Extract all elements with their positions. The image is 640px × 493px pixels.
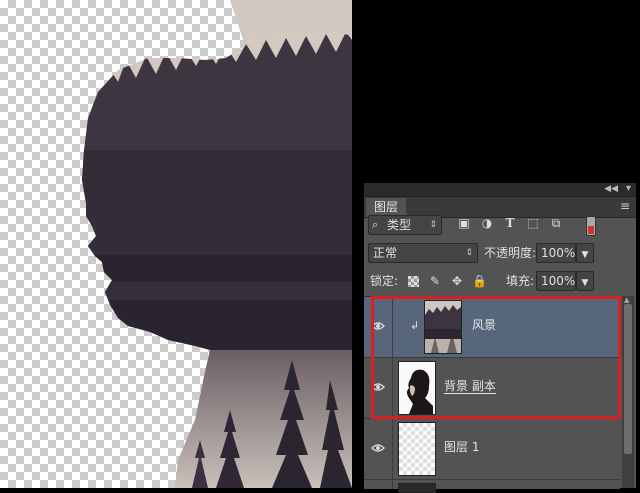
opacity-input[interactable]: 100% — [536, 243, 576, 263]
lock-transparent-pixels-icon[interactable] — [408, 276, 419, 287]
updown-arrow-icon: ⇕ — [465, 248, 473, 258]
double-exposure-artwork — [82, 0, 352, 488]
opacity-label: 不透明度: — [484, 246, 537, 260]
visibility-toggle[interactable] — [364, 419, 393, 479]
layer-thumbnail[interactable] — [398, 483, 436, 493]
layers-scrollbar[interactable]: ▲ — [622, 296, 634, 488]
shape-filter-icon[interactable]: ⬚ — [526, 216, 540, 230]
lock-label: 锁定: — [370, 274, 399, 288]
visibility-toggle[interactable] — [364, 297, 393, 357]
close-icon[interactable]: ▾ — [626, 183, 631, 195]
filter-toggle-switch[interactable] — [586, 216, 596, 236]
layer-filter-select[interactable]: ⌕ 类型 ⇕ — [368, 215, 442, 235]
layer-name[interactable]: 风景 — [472, 317, 496, 333]
fill-slider-button[interactable]: ▼ — [576, 271, 594, 291]
layer-thumbnail-transparent[interactable] — [398, 422, 436, 476]
layers-list: ↲ 风景 背景 副本 图层 1 — [364, 296, 620, 493]
clipping-mask-arrow-icon: ↲ — [410, 319, 420, 332]
layer-name[interactable]: 图层 1 — [444, 439, 479, 455]
layer-thumbnail-portrait[interactable] — [398, 361, 436, 415]
eye-icon — [371, 322, 385, 330]
visibility-toggle[interactable] — [364, 358, 393, 418]
smart-object-filter-icon[interactable]: ⧉ — [549, 216, 563, 230]
panel-title-bar[interactable]: ◀◀ ▾ — [364, 183, 636, 197]
forest-thumbnail — [425, 301, 461, 353]
adjustment-filter-icon[interactable]: ◑ — [480, 216, 494, 230]
type-filter-icon[interactable]: T — [503, 216, 517, 230]
layer-row-background-copy[interactable]: 背景 副本 — [364, 358, 620, 419]
eye-icon — [371, 444, 385, 452]
search-icon: ⌕ — [372, 218, 379, 231]
layer-row-layer-1[interactable]: 图层 1 — [364, 419, 620, 480]
chevron-down-icon: ▼ — [581, 278, 589, 288]
layers-panel: ◀◀ ▾ 图层 ≡ ⌕ 类型 ⇕ ▣ ◑ T ⬚ ⧉ 正常 ⇕ 不透明度: 10… — [364, 183, 636, 493]
blend-mode-select[interactable]: 正常 ⇕ — [368, 243, 478, 263]
fill-label: 填充: — [506, 274, 535, 288]
eye-icon — [371, 383, 385, 391]
document-canvas[interactable] — [0, 0, 352, 488]
lock-image-pixels-icon[interactable]: ✎ — [428, 273, 442, 289]
layer-row-landscape[interactable]: ↲ 风景 — [364, 297, 620, 358]
pixel-filter-icon[interactable]: ▣ — [457, 216, 471, 230]
layer-thumbnail-landscape[interactable] — [424, 300, 462, 354]
fill-input[interactable]: 100% — [536, 271, 576, 291]
chevron-down-icon: ▼ — [581, 250, 589, 260]
portrait-thumbnail — [399, 362, 435, 414]
lock-position-icon[interactable]: ✥ — [450, 273, 464, 289]
opacity-slider-button[interactable]: ▼ — [576, 243, 594, 263]
layer-filter-label: 类型 — [387, 218, 412, 232]
double-chevron-right-icon[interactable]: ◀◀ — [604, 183, 618, 195]
updown-arrow-icon: ⇕ — [429, 220, 437, 230]
panel-menu-icon[interactable]: ≡ — [620, 199, 630, 213]
blend-mode-value: 正常 — [373, 246, 398, 260]
lock-all-icon[interactable]: 🔒 — [472, 273, 487, 289]
scrollbar-thumb[interactable] — [624, 304, 632, 454]
layer-name[interactable]: 背景 副本 — [444, 378, 496, 394]
scroll-up-icon[interactable]: ▲ — [624, 296, 629, 304]
